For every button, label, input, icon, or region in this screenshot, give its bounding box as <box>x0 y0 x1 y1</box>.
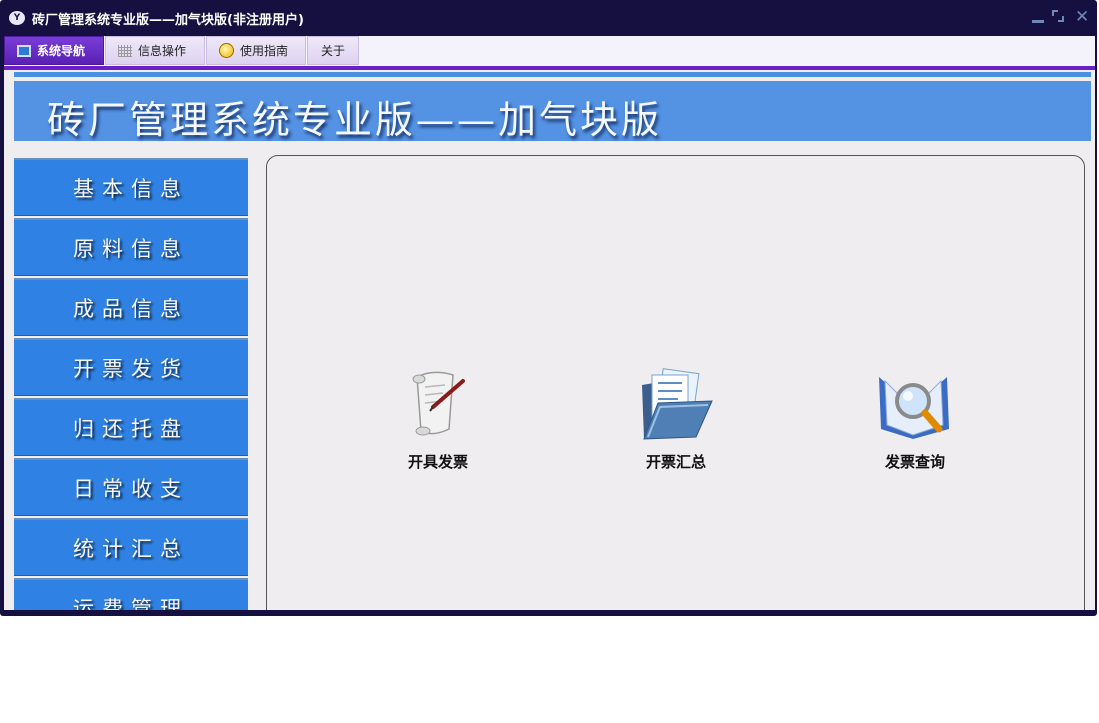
sidebar: 基本信息 原料信息 成品信息 开票发货 归还托盘 日常收支 统计汇总 运费管理 <box>14 158 248 610</box>
function-label: 开票汇总 <box>645 453 706 471</box>
sidebar-item-products[interactable]: 成品信息 <box>14 278 248 336</box>
sidebar-item-label: 日常收支 <box>73 476 189 501</box>
banner-stripe <box>14 72 1091 77</box>
folder-documents-icon <box>642 368 713 440</box>
sidebar-item-label: 原料信息 <box>73 236 189 261</box>
tab-about[interactable]: 关于 <box>307 36 359 65</box>
minimize-button[interactable] <box>1031 10 1045 24</box>
function-panel: 开具发票 开票汇总 发票查询 <box>266 155 1085 610</box>
tab-label: 信息操作 <box>138 44 187 58</box>
main-content: 砖厂管理系统专业版——加气块版 基本信息 原料信息 成品信息 开票发货 归还托盘… <box>4 70 1095 610</box>
grid-icon <box>118 44 132 57</box>
banner: 砖厂管理系统专业版——加气块版 <box>14 81 1091 142</box>
sidebar-item-return-pallets[interactable]: 归还托盘 <box>14 398 248 456</box>
sidebar-item-label: 成品信息 <box>73 296 189 321</box>
sidebar-item-label: 基本信息 <box>73 176 189 201</box>
sidebar-item-label: 统计汇总 <box>73 536 189 561</box>
app-logo-icon: Y <box>9 11 25 25</box>
bulb-icon <box>219 43 234 58</box>
sidebar-item-label: 开票发货 <box>73 356 189 381</box>
sidebar-item-statistics[interactable]: 统计汇总 <box>14 518 248 576</box>
close-button[interactable]: ✕ <box>1075 9 1089 26</box>
app-window: Y 砖厂管理系统专业版——加气块版(非注册用户) ✕ 系统导航 信息操作 使用指… <box>0 0 1097 616</box>
invoice-summary-button[interactable]: 开票汇总 <box>626 367 726 472</box>
book-magnifier-icon <box>879 377 949 439</box>
title-bar[interactable]: Y 砖厂管理系统专业版——加气块版(非注册用户) ✕ <box>0 0 1097 36</box>
sidebar-item-label: 运费管理 <box>73 596 189 611</box>
sidebar-item-invoice-shipping[interactable]: 开票发货 <box>14 338 248 396</box>
restore-icon-corner <box>1058 16 1064 22</box>
menu-bar: 系统导航 信息操作 使用指南 关于 <box>4 36 1095 66</box>
scroll-pen-icon <box>412 371 465 436</box>
sidebar-item-basic-info[interactable]: 基本信息 <box>14 158 248 216</box>
tab-user-guide[interactable]: 使用指南 <box>206 36 306 65</box>
tab-label: 系统导航 <box>37 44 86 58</box>
function-label: 开具发票 <box>407 453 468 471</box>
tab-info-operations[interactable]: 信息操作 <box>105 36 205 65</box>
tab-system-navigation[interactable]: 系统导航 <box>4 36 104 65</box>
restore-button[interactable] <box>1052 10 1066 24</box>
sidebar-item-raw-material[interactable]: 原料信息 <box>14 218 248 276</box>
invoice-query-button[interactable]: 发票查询 <box>865 367 965 472</box>
tab-label: 使用指南 <box>240 44 289 58</box>
sidebar-item-daily-finance[interactable]: 日常收支 <box>14 458 248 516</box>
function-label: 发票查询 <box>884 453 945 471</box>
sidebar-item-label: 归还托盘 <box>73 416 189 441</box>
window-title: 砖厂管理系统专业版——加气块版(非注册用户) <box>32 13 304 28</box>
tab-label: 关于 <box>320 44 345 58</box>
banner-title: 砖厂管理系统专业版——加气块版 <box>47 98 663 142</box>
sidebar-item-freight[interactable]: 运费管理 <box>14 578 248 610</box>
issue-invoice-button[interactable]: 开具发票 <box>388 367 488 472</box>
monitor-icon <box>17 44 31 57</box>
